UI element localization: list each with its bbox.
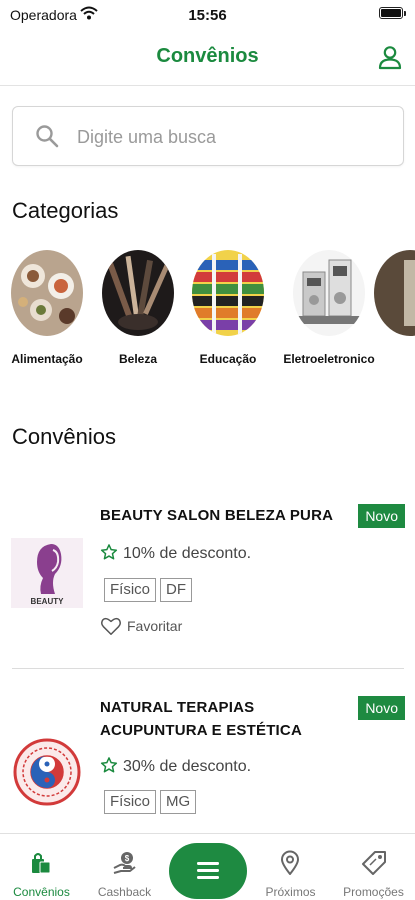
- listing-logo: [11, 734, 83, 810]
- tag-state: MG: [160, 790, 197, 814]
- categories-title: Categorias: [12, 198, 119, 223]
- app-header: Convênios: [0, 30, 415, 86]
- listing-discount: 10% de desconto.: [100, 543, 251, 563]
- tag-type: Físico: [104, 578, 157, 602]
- listing-discount: 30% de desconto.: [100, 756, 251, 776]
- category-electronics-image: [293, 250, 365, 336]
- wifi-icon: [80, 6, 98, 20]
- listings-title: Convênios: [12, 424, 116, 449]
- category-label: Alimentação: [11, 352, 83, 366]
- bottom-navigation: Convênios $ Cashback Próximos Promoções: [0, 833, 415, 900]
- listing-name: NATURAL TERAPIAS ACUPUNTURA E ESTÉTICA: [100, 699, 302, 739]
- category-education-image: [192, 250, 264, 336]
- heart-icon: [101, 617, 121, 635]
- category-food-image: [11, 250, 83, 336]
- star-icon: [100, 757, 118, 773]
- nav-label: Promoções: [343, 885, 404, 899]
- menu-button[interactable]: [169, 843, 247, 899]
- nav-label: Próximos: [265, 885, 316, 899]
- menu-icon: [197, 862, 219, 879]
- status-bar: Operadora 15:56: [0, 0, 415, 30]
- listing-card[interactable]: NATURAL TERAPIAS ACUPUNTURA E ESTÉTICA N…: [0, 690, 415, 833]
- search-input[interactable]: [77, 117, 387, 157]
- tag-type: Físico: [104, 790, 157, 814]
- carrier-name: Operadora: [10, 7, 77, 23]
- category-alimentacao[interactable]: Alimentação: [0, 250, 97, 366]
- categories-carousel[interactable]: Alimentação Beleza Educação Eletroeletro…: [0, 250, 415, 380]
- map-pin-icon: [281, 850, 299, 875]
- listing-divider: [12, 668, 404, 669]
- discount-text: 30% de desconto.: [123, 758, 252, 775]
- listing-name: BEAUTY SALON BELEZA PURA: [100, 507, 334, 524]
- star-icon: [100, 544, 118, 560]
- nav-cashback[interactable]: $ Cashback: [83, 834, 166, 900]
- category-label: Educação: [199, 352, 257, 366]
- listing-card[interactable]: BEAUTY BEAUTY SALON BELEZA PURA Novo 10%…: [0, 496, 415, 666]
- tag-state: DF: [160, 578, 193, 602]
- category-beauty-image: [102, 250, 174, 336]
- nav-label: Convênios: [13, 885, 70, 899]
- search-icon: [36, 125, 59, 148]
- category-partial-image: [374, 250, 415, 336]
- nav-label: Cashback: [97, 885, 152, 899]
- hand-coin-icon: $: [113, 852, 136, 874]
- listing-tags: Físico MG: [104, 790, 200, 814]
- listing-logo: BEAUTY: [11, 538, 83, 608]
- shopping-bags-icon: [32, 853, 51, 874]
- svg-text:$: $: [125, 854, 130, 863]
- category-partial[interactable]: [360, 250, 415, 336]
- search-bar[interactable]: [12, 106, 404, 166]
- user-icon[interactable]: [377, 44, 403, 70]
- listing-logo-text: BEAUTY: [31, 597, 65, 606]
- battery-icon: [379, 7, 406, 19]
- page-title: Convênios: [156, 45, 259, 67]
- favorite-button[interactable]: Favoritar: [100, 615, 182, 637]
- category-label: Beleza: [118, 352, 158, 366]
- category-label: Eletroeletronico: [283, 352, 375, 366]
- nav-promocoes[interactable]: Promoções: [332, 834, 415, 900]
- category-beleza[interactable]: Beleza: [88, 250, 188, 366]
- favorite-label: Favoritar: [127, 618, 183, 634]
- nav-convenios[interactable]: Convênios: [0, 834, 83, 900]
- new-badge: Novo: [358, 696, 405, 720]
- discount-text: 10% de desconto.: [123, 545, 252, 562]
- new-badge: Novo: [358, 504, 405, 528]
- price-tag-icon: [362, 851, 386, 875]
- battery-level: [381, 9, 401, 17]
- category-educacao[interactable]: Educação: [178, 250, 278, 366]
- listing-tags: Físico DF: [104, 578, 196, 602]
- nav-proximos[interactable]: Próximos: [249, 834, 332, 900]
